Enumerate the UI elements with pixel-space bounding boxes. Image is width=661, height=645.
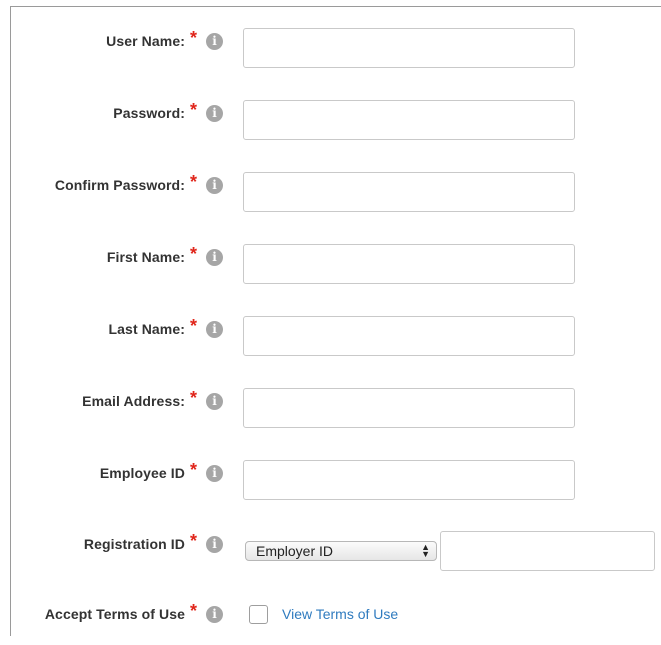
form-row-employee-id: Employee ID * i (0, 460, 661, 504)
form-row-email-address: Email Address: * i (0, 388, 661, 432)
registration-type-value: Employer ID (256, 543, 334, 559)
registration-id-label: Registration ID (83, 536, 185, 552)
select-arrows-icon: ▲ ▼ (421, 542, 430, 559)
info-icon[interactable]: i (206, 248, 223, 266)
info-icon[interactable]: i (206, 605, 223, 623)
confirm-password-input[interactable] (243, 172, 575, 212)
required-asterisk: * (189, 388, 197, 408)
form-row-password: Password: * i (0, 100, 661, 144)
info-icon[interactable]: i (206, 320, 223, 338)
required-asterisk: * (189, 531, 197, 551)
view-terms-link[interactable]: View Terms of Use (282, 606, 398, 622)
last-name-input[interactable] (243, 316, 575, 356)
label-group: First Name: * i (107, 245, 223, 269)
first-name-label: First Name: (106, 249, 185, 265)
form-row-first-name: First Name: * i (0, 244, 661, 288)
form-row-last-name: Last Name: * i (0, 316, 661, 360)
user-name-label: User Name: (106, 33, 185, 49)
email-address-input[interactable] (243, 388, 575, 428)
password-label: Password: (113, 105, 185, 121)
label-group: Last Name: * i (109, 317, 223, 341)
employee-id-input[interactable] (243, 460, 575, 500)
accept-terms-label: Accept Terms of Use (44, 606, 185, 622)
accept-terms-checkbox[interactable] (249, 605, 268, 624)
info-icon[interactable]: i (206, 176, 223, 194)
label-group: Registration ID * i (84, 532, 223, 556)
required-asterisk: * (189, 460, 197, 480)
form-row-user-name: User Name: * i (0, 28, 661, 72)
form-row-accept-terms: Accept Terms of Use * i View Terms of Us… (0, 601, 661, 645)
label-group: User Name: * i (106, 29, 223, 53)
registration-id-input[interactable] (440, 531, 655, 571)
user-name-input[interactable] (243, 28, 575, 68)
info-icon[interactable]: i (206, 535, 223, 553)
form-row-confirm-password: Confirm Password: * i (0, 172, 661, 216)
first-name-input[interactable] (243, 244, 575, 284)
label-group: Employee ID * i (100, 461, 223, 485)
required-asterisk: * (189, 28, 197, 48)
confirm-password-label: Confirm Password: (54, 177, 185, 193)
required-asterisk: * (189, 172, 197, 192)
password-input[interactable] (243, 100, 575, 140)
employee-id-label: Employee ID (99, 465, 185, 481)
label-group: Password: * i (113, 101, 223, 125)
form-row-registration-id: Registration ID * i Employer ID ▲ ▼ (0, 531, 661, 575)
required-asterisk: * (189, 601, 197, 621)
info-icon[interactable]: i (206, 32, 223, 50)
registration-type-select[interactable]: Employer ID ▲ ▼ (245, 541, 437, 561)
info-icon[interactable]: i (206, 392, 223, 410)
last-name-label: Last Name: (108, 321, 185, 337)
label-group: Confirm Password: * i (55, 173, 223, 197)
info-icon[interactable]: i (206, 104, 223, 122)
required-asterisk: * (189, 316, 197, 336)
required-asterisk: * (189, 100, 197, 120)
email-address-label: Email Address: (82, 393, 185, 409)
label-group: Accept Terms of Use * i (45, 602, 223, 626)
required-asterisk: * (189, 244, 197, 264)
info-icon[interactable]: i (206, 464, 223, 482)
label-group: Email Address: * i (82, 389, 223, 413)
